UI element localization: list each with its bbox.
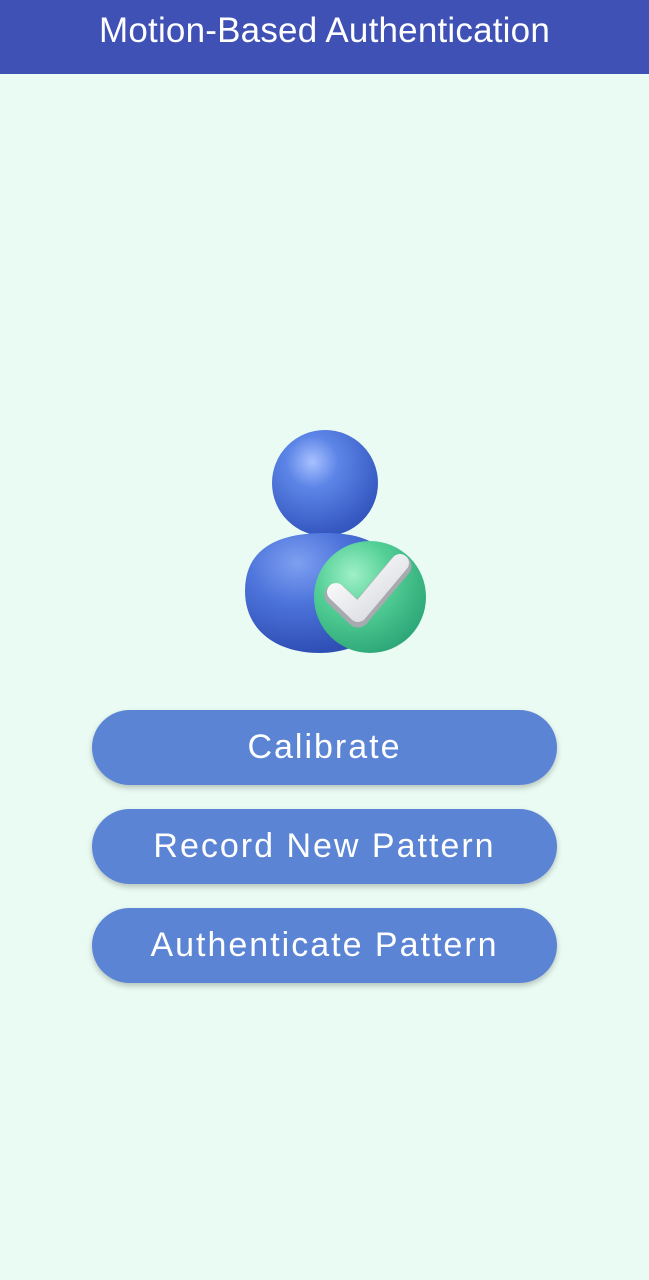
main-content: Calibrate Record New Pattern Authenticat… bbox=[0, 74, 649, 1280]
user-verified-icon bbox=[245, 430, 426, 653]
record-new-pattern-button[interactable]: Record New Pattern bbox=[92, 809, 557, 884]
authenticate-pattern-button[interactable]: Authenticate Pattern bbox=[92, 908, 557, 983]
app-bar: Motion-Based Authentication bbox=[0, 0, 649, 74]
verified-user-illustration bbox=[240, 423, 430, 663]
app-title: Motion-Based Authentication bbox=[99, 10, 550, 50]
action-button-group: Calibrate Record New Pattern Authenticat… bbox=[92, 710, 557, 1007]
calibrate-button[interactable]: Calibrate bbox=[92, 710, 557, 785]
avatar-head-shape bbox=[272, 430, 378, 536]
